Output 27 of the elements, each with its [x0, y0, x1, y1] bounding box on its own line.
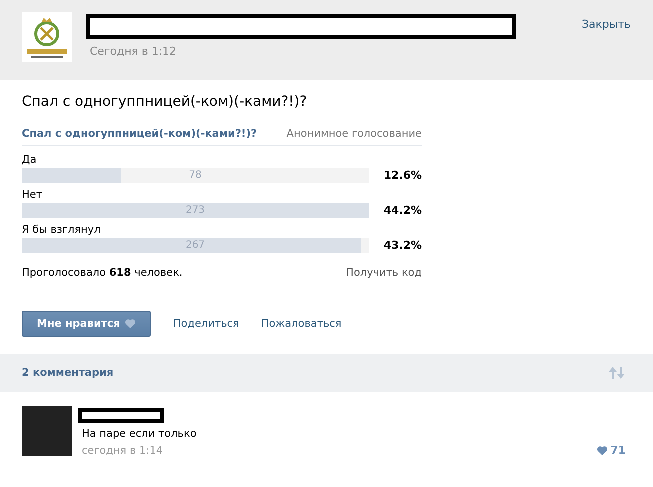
share-link[interactable]: Поделиться — [173, 318, 240, 330]
vote-count: 267 — [184, 239, 206, 253]
heart-icon — [125, 319, 136, 329]
poll-option-label: Да — [22, 154, 38, 166]
comments-title: 2 комментария — [22, 367, 114, 379]
heart-icon — [596, 446, 608, 456]
poll-title: Спал с одногуппницей(-ком)(-ками?!)? — [22, 128, 258, 140]
poll-option-label: Нет — [22, 189, 44, 201]
vote-percent: 44.2% — [382, 204, 422, 217]
comment-text: На паре если только — [82, 428, 197, 440]
vote-count: 273 — [184, 204, 206, 218]
votes-total: Проголосовало 618 человек. — [22, 267, 183, 279]
crest-logo — [22, 12, 72, 62]
avatar-photo-placeholder — [22, 406, 72, 456]
vote-percent: 12.6% — [382, 169, 422, 182]
like-button[interactable]: Мне нравится — [22, 311, 152, 337]
report-link[interactable]: Пожаловаться — [261, 318, 342, 330]
vote-percent: 43.2% — [382, 239, 422, 252]
vote-count: 78 — [188, 169, 203, 183]
close-link[interactable]: Закрыть — [582, 12, 631, 80]
poll-option-label: Я бы взглянул — [22, 224, 102, 236]
poll-type: Анонимное голосование — [286, 128, 422, 140]
post-time: Сегодня в 1:12 — [90, 45, 178, 58]
sort-icon[interactable] — [609, 367, 625, 379]
post-text: Спал с одногуппницей(-ком)(-ками?!)? — [22, 94, 308, 110]
get-code-link[interactable]: Получить код — [346, 267, 422, 279]
comment-time: сегодня в 1:14 — [82, 445, 164, 457]
